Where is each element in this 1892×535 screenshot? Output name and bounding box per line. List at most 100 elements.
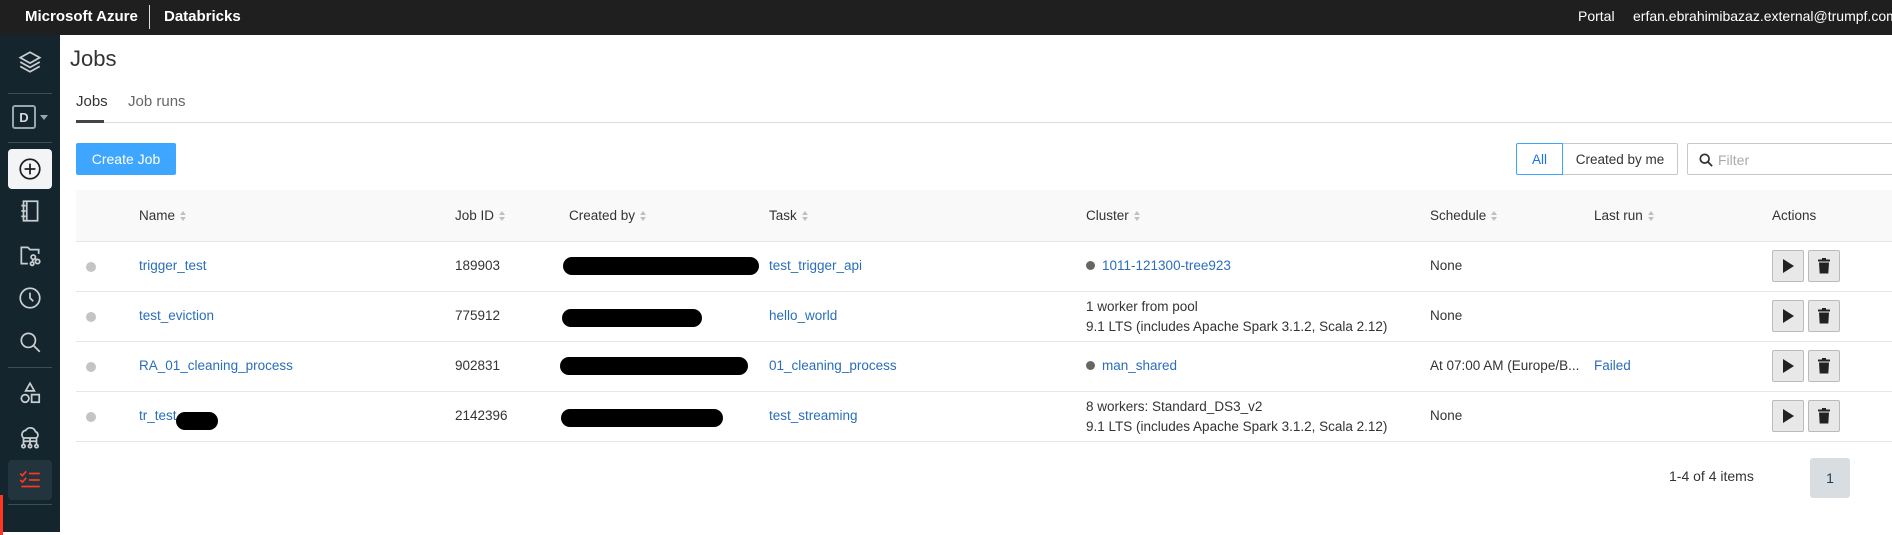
task-link[interactable]: hello_world [769, 308, 837, 323]
job-name-link[interactable]: test_eviction [139, 308, 214, 323]
status-dot [86, 362, 96, 372]
column-header-last-run[interactable]: Last run [1594, 208, 1655, 223]
portal-link[interactable]: Portal [1578, 8, 1615, 24]
status-dot [86, 262, 96, 272]
table-row: tr_test 2142396 test_streaming 8 workers… [76, 392, 1892, 442]
sidebar-item-home[interactable] [8, 42, 52, 82]
cluster-cell: 1011-121300-tree923 [1086, 258, 1231, 273]
schedule: None [1430, 408, 1463, 423]
sidebar-item-create[interactable] [8, 149, 52, 189]
workspace-switcher[interactable]: D [8, 97, 52, 137]
folder-branch-icon [20, 246, 41, 267]
sidebar-item-data[interactable] [8, 373, 52, 413]
column-header-job-id[interactable]: Job ID [455, 208, 506, 223]
cluster-workers: 1 worker from pool [1086, 299, 1198, 314]
search-icon [20, 332, 41, 353]
redacted-created-by [562, 309, 702, 327]
sidebar-divider [8, 142, 52, 143]
sidebar-item-jobs[interactable] [8, 460, 52, 500]
last-run-link[interactable]: Failed [1594, 358, 1631, 373]
sidebar-item-workspace[interactable] [8, 191, 52, 231]
trash-icon [1818, 308, 1830, 324]
filter-field [1687, 143, 1892, 175]
play-icon [1783, 359, 1794, 373]
task-link[interactable]: 01_cleaning_process [769, 358, 897, 373]
cluster-workers: 8 workers: Standard_DS3_v2 [1086, 399, 1263, 414]
job-id: 902831 [455, 358, 501, 373]
cloud-network-icon [21, 426, 39, 449]
play-icon [1783, 409, 1794, 423]
user-menu[interactable]: erfan.ebrahimibazaz.external@trumpf.com [1633, 8, 1892, 24]
cluster-cell: man_shared [1086, 358, 1177, 373]
play-icon [1783, 259, 1794, 273]
job-name-link[interactable]: tr_test [139, 408, 177, 423]
delete-button[interactable] [1808, 250, 1840, 282]
schedule: At 07:00 AM (Europe/B... [1430, 358, 1580, 373]
checklist-icon [19, 470, 40, 488]
sort-icon [180, 210, 187, 222]
create-job-button[interactable]: Create Job [76, 143, 176, 175]
cluster-link[interactable]: man_shared [1102, 358, 1177, 373]
filter-input[interactable] [1718, 149, 1892, 171]
run-now-button[interactable] [1772, 400, 1804, 432]
table-row: RA_01_cleaning_process 902831 01_cleanin… [76, 342, 1892, 392]
column-header-actions: Actions [1772, 208, 1817, 223]
clock-icon [19, 287, 41, 309]
sort-icon [640, 210, 647, 222]
page-title: Jobs [70, 46, 117, 71]
top-bar: Microsoft Azure Databricks Portal erfan.… [0, 0, 1892, 35]
delete-button[interactable] [1808, 300, 1840, 332]
cluster-runtime: 9.1 LTS (includes Apache Spark 3.1.2, Sc… [1086, 319, 1388, 334]
layers-icon [18, 51, 42, 73]
workspace-d-icon: D [12, 105, 36, 129]
trash-icon [1818, 358, 1830, 374]
sidebar-item-recents[interactable] [8, 278, 52, 318]
product-label[interactable]: Databricks [164, 8, 241, 25]
redacted-created-by [563, 257, 759, 275]
active-tab-underline [76, 120, 104, 123]
job-name-link[interactable]: RA_01_cleaning_process [139, 358, 293, 373]
status-dot [86, 412, 96, 422]
column-header-schedule[interactable]: Schedule [1430, 208, 1498, 223]
task-link[interactable]: test_streaming [769, 408, 858, 423]
filter-created-by-me-button[interactable]: Created by me [1562, 143, 1678, 175]
tab-job-runs[interactable]: Job runs [128, 93, 186, 110]
task-link[interactable]: test_trigger_api [769, 258, 862, 273]
sort-icon [1491, 210, 1498, 222]
table-header: Name Job ID Created by Task Cluster Sche… [76, 190, 1892, 242]
delete-button[interactable] [1808, 350, 1840, 382]
sort-icon [1133, 210, 1141, 222]
table-row: test_eviction 775912 hello_world 1 worke… [76, 292, 1892, 342]
trash-icon [1818, 408, 1830, 424]
job-id: 189903 [455, 258, 501, 273]
shapes-icon [20, 381, 41, 404]
sidebar-divider [8, 93, 52, 94]
sidebar-item-repos[interactable] [8, 235, 52, 275]
column-header-created-by[interactable]: Created by [569, 208, 647, 223]
sidebar-divider [8, 504, 52, 505]
active-indicator [0, 495, 3, 535]
column-header-name[interactable]: Name [139, 208, 187, 223]
brand-label[interactable]: Microsoft Azure [25, 8, 138, 25]
cluster-link[interactable]: 1011-121300-tree923 [1102, 258, 1231, 273]
cluster-runtime: 9.1 LTS (includes Apache Spark 3.1.2, Sc… [1086, 419, 1388, 434]
job-id: 775912 [455, 308, 501, 323]
redacted-created-by [560, 357, 748, 375]
brand-divider [149, 5, 150, 29]
column-header-task[interactable]: Task [769, 208, 809, 223]
play-icon [1783, 309, 1794, 323]
job-name-link[interactable]: trigger_test [139, 258, 207, 273]
tab-jobs[interactable]: Jobs [76, 93, 108, 110]
column-header-cluster[interactable]: Cluster [1086, 208, 1141, 223]
filter-all-button[interactable]: All [1516, 143, 1563, 175]
sidebar-item-compute[interactable] [8, 418, 52, 458]
run-now-button[interactable] [1772, 350, 1804, 382]
page-1-button[interactable]: 1 [1810, 458, 1850, 498]
cluster-status-dot [1086, 361, 1095, 370]
sidebar: D [0, 35, 60, 535]
run-now-button[interactable] [1772, 300, 1804, 332]
run-now-button[interactable] [1772, 250, 1804, 282]
delete-button[interactable] [1808, 400, 1840, 432]
sidebar-item-search[interactable] [8, 322, 52, 362]
notebook-icon [21, 200, 39, 222]
